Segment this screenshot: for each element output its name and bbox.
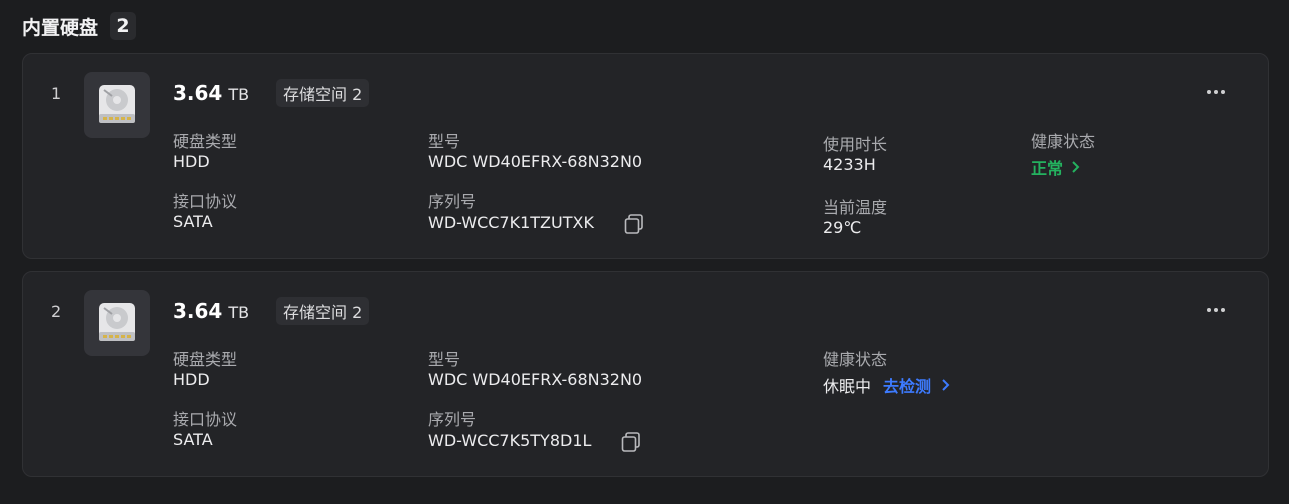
chevron-right-icon (942, 379, 950, 391)
section-header: 内置硬盘 2 (22, 12, 137, 40)
model-value: WDC WD40EFRX-68N32N0 (428, 370, 643, 389)
health-label: 健康状态 (1031, 132, 1096, 151)
serial-label: 序列号 (428, 192, 477, 211)
type-value: HDD (173, 152, 210, 171)
interface-label: 接口协议 (173, 192, 238, 211)
serial-label: 序列号 (428, 410, 477, 429)
disk-capacity: 3.64 TB (173, 81, 249, 105)
storage-pool-tag: 存储空间 2 (276, 297, 370, 325)
capacity-unit: TB (228, 85, 250, 104)
copy-icon[interactable] (623, 213, 645, 235)
serial-value: WD-WCC7K5TY8D1L (428, 431, 592, 450)
copy-icon[interactable] (620, 431, 642, 453)
model-label: 型号 (428, 350, 461, 369)
interface-value: SATA (173, 430, 213, 449)
temp-value: 29℃ (823, 218, 862, 237)
type-value: HDD (173, 370, 210, 389)
hard-disk-icon (84, 290, 150, 356)
health-check-label: 去检测 (883, 377, 932, 396)
type-label: 硬盘类型 (173, 350, 238, 369)
health-status-value: 正常 (1031, 159, 1064, 178)
chevron-right-icon (1072, 161, 1080, 173)
disk-capacity: 3.64 TB (173, 299, 249, 323)
hard-disk-icon (84, 72, 150, 138)
type-label: 硬盘类型 (173, 132, 238, 151)
capacity-value: 3.64 (173, 299, 223, 323)
more-icon[interactable] (1204, 82, 1228, 102)
serial-value: WD-WCC7K1TZUTXK (428, 213, 594, 232)
temp-label: 当前温度 (823, 198, 888, 217)
disk-count-badge: 2 (110, 12, 137, 40)
disk-index: 1 (51, 84, 62, 103)
disk-card: 1 3.64 TB 存储空间 2 硬盘类型 HDD 接口协议 SATA 型号 W… (22, 53, 1269, 259)
section-title: 内置硬盘 (22, 16, 99, 39)
model-label: 型号 (428, 132, 461, 151)
usage-label: 使用时长 (823, 135, 888, 154)
capacity-value: 3.64 (173, 81, 223, 105)
interface-label: 接口协议 (173, 410, 238, 429)
disk-index: 2 (51, 302, 62, 321)
interface-value: SATA (173, 212, 213, 231)
capacity-unit: TB (228, 303, 250, 322)
more-icon[interactable] (1204, 300, 1228, 320)
health-status-link[interactable]: 正常 (1031, 155, 1081, 179)
disk-card: 2 3.64 TB 存储空间 2 硬盘类型 HDD 接口协议 SATA 型号 W… (22, 271, 1269, 477)
health-label: 健康状态 (823, 350, 888, 369)
usage-value: 4233H (823, 155, 876, 174)
model-value: WDC WD40EFRX-68N32N0 (428, 152, 643, 171)
storage-pool-tag: 存储空间 2 (276, 79, 370, 107)
health-state-value: 休眠中 (823, 377, 872, 396)
health-check-link[interactable]: 去检测 (883, 373, 951, 397)
